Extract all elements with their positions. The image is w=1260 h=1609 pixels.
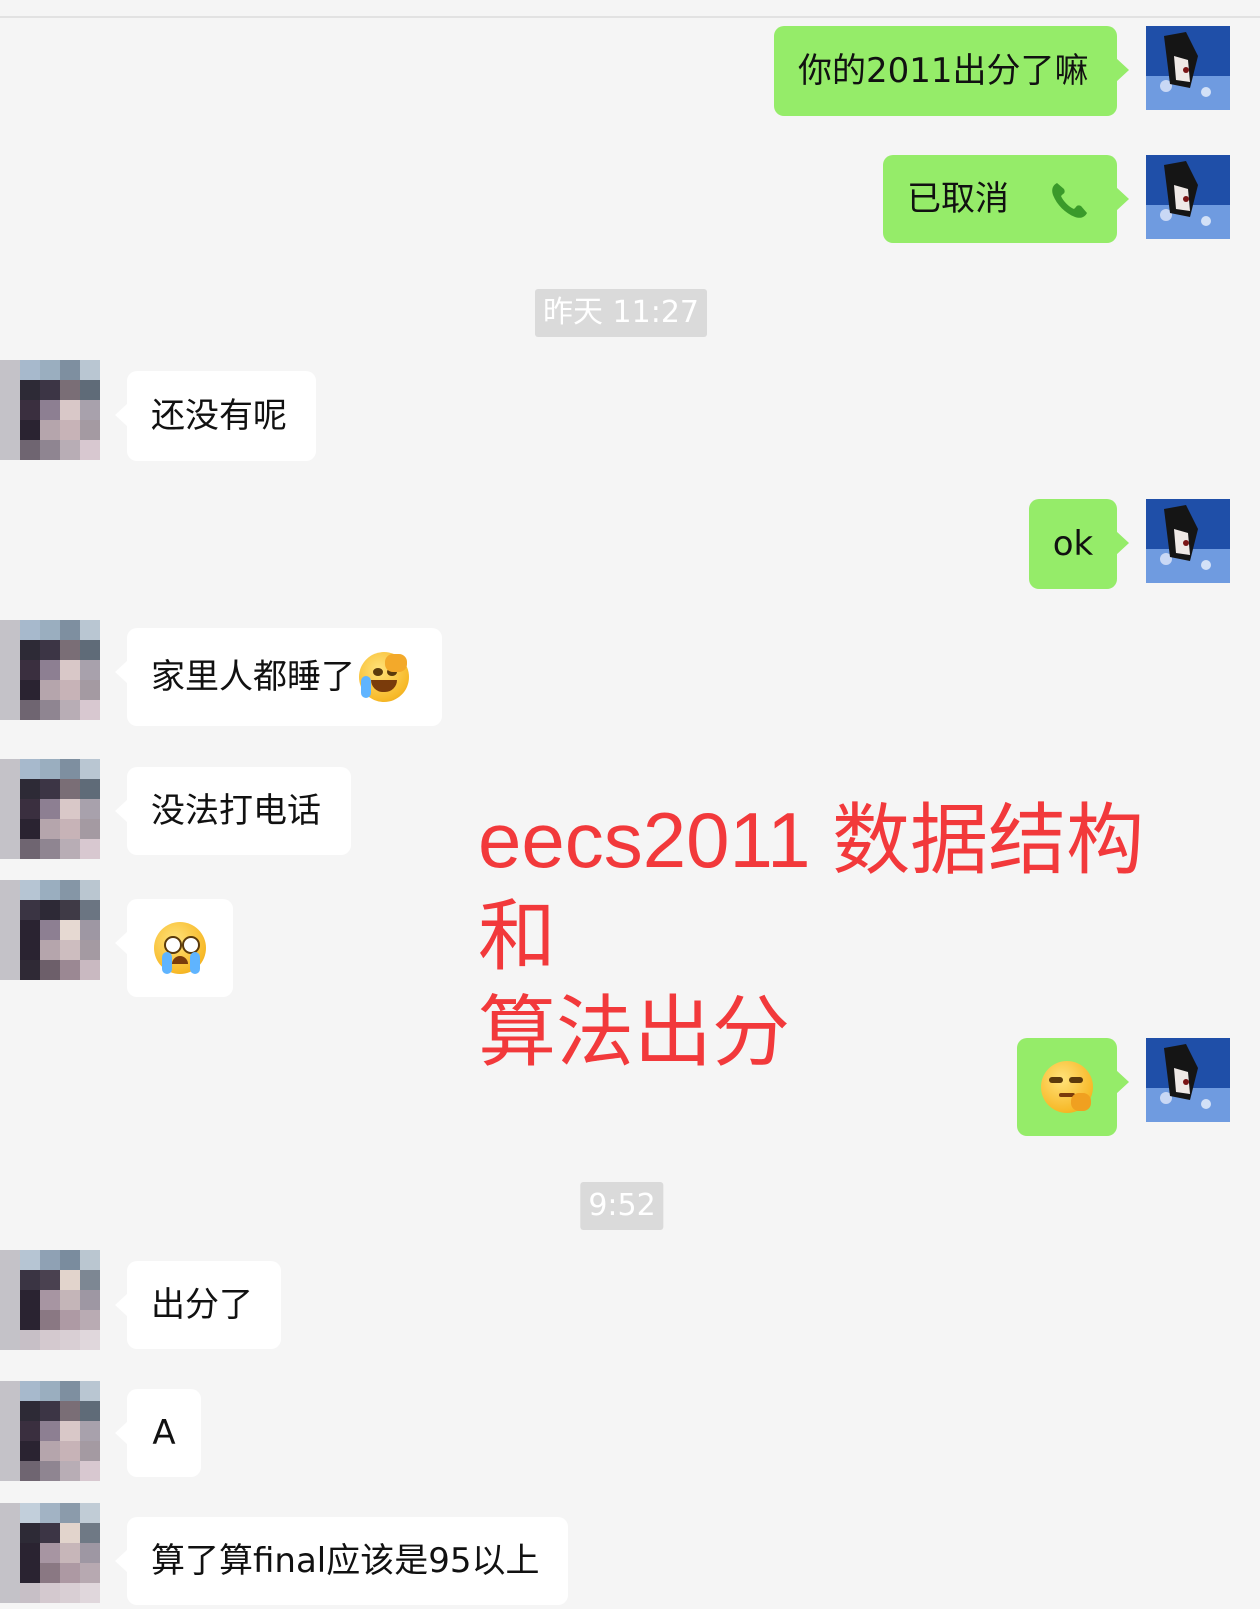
message-bubble-received[interactable]: 没法打电话 — [115, 767, 351, 855]
message-bubble-received[interactable]: 还没有呢 — [115, 371, 316, 461]
message-text: ok — [1052, 524, 1094, 564]
crying-emoji — [154, 922, 206, 974]
message-text: 算了算final应该是95以上 — [151, 1541, 540, 1581]
message-bubble-sent[interactable]: 你的2011出分了嘛 — [774, 26, 1129, 116]
overlay-line-1: eecs2011 数据结构和 — [478, 796, 1145, 980]
overlay-caption: eecs2011 数据结构和 算法出分 — [478, 792, 1218, 1080]
message-text: A — [152, 1413, 176, 1453]
message-text: 还没有呢 — [151, 396, 287, 436]
message-bubble-received[interactable]: 出分了 — [115, 1261, 281, 1349]
timestamp: 9:52 — [580, 1182, 664, 1230]
contact-avatar[interactable] — [0, 759, 100, 859]
message-text: 出分了 — [151, 1285, 253, 1325]
message-text: 家里人都睡了 — [151, 657, 355, 697]
self-avatar[interactable] — [1146, 26, 1230, 110]
top-divider — [0, 16, 1260, 18]
message-bubble-sent[interactable]: ok — [1029, 499, 1129, 589]
message-bubble-received[interactable]: A — [115, 1389, 201, 1477]
emoji-bubble-sent[interactable] — [1017, 1038, 1129, 1136]
call-canceled-bubble[interactable]: 已取消 — [883, 155, 1129, 243]
contact-avatar[interactable] — [0, 360, 100, 460]
self-avatar[interactable] — [1146, 1038, 1230, 1122]
message-bubble-received[interactable]: 家里人都睡了 — [115, 628, 442, 726]
message-text: 已取消 — [907, 179, 1009, 219]
timestamp: 昨天 11:27 — [535, 289, 707, 337]
self-avatar[interactable] — [1146, 155, 1230, 239]
facepalm-laugh-emoji — [359, 652, 409, 702]
emoji-bubble-received[interactable] — [115, 899, 233, 997]
contact-avatar[interactable] — [0, 1250, 100, 1350]
message-bubble-received[interactable]: 算了算final应该是95以上 — [115, 1517, 568, 1605]
smirk-ok-emoji — [1041, 1061, 1093, 1113]
contact-avatar[interactable] — [0, 1503, 100, 1603]
contact-avatar[interactable] — [0, 880, 100, 980]
phone-icon — [1052, 183, 1087, 218]
contact-avatar[interactable] — [0, 620, 100, 720]
self-avatar[interactable] — [1146, 499, 1230, 583]
message-text: 你的2011出分了嘛 — [798, 51, 1089, 91]
message-text: 没法打电话 — [151, 791, 321, 831]
contact-avatar[interactable] — [0, 1381, 100, 1481]
